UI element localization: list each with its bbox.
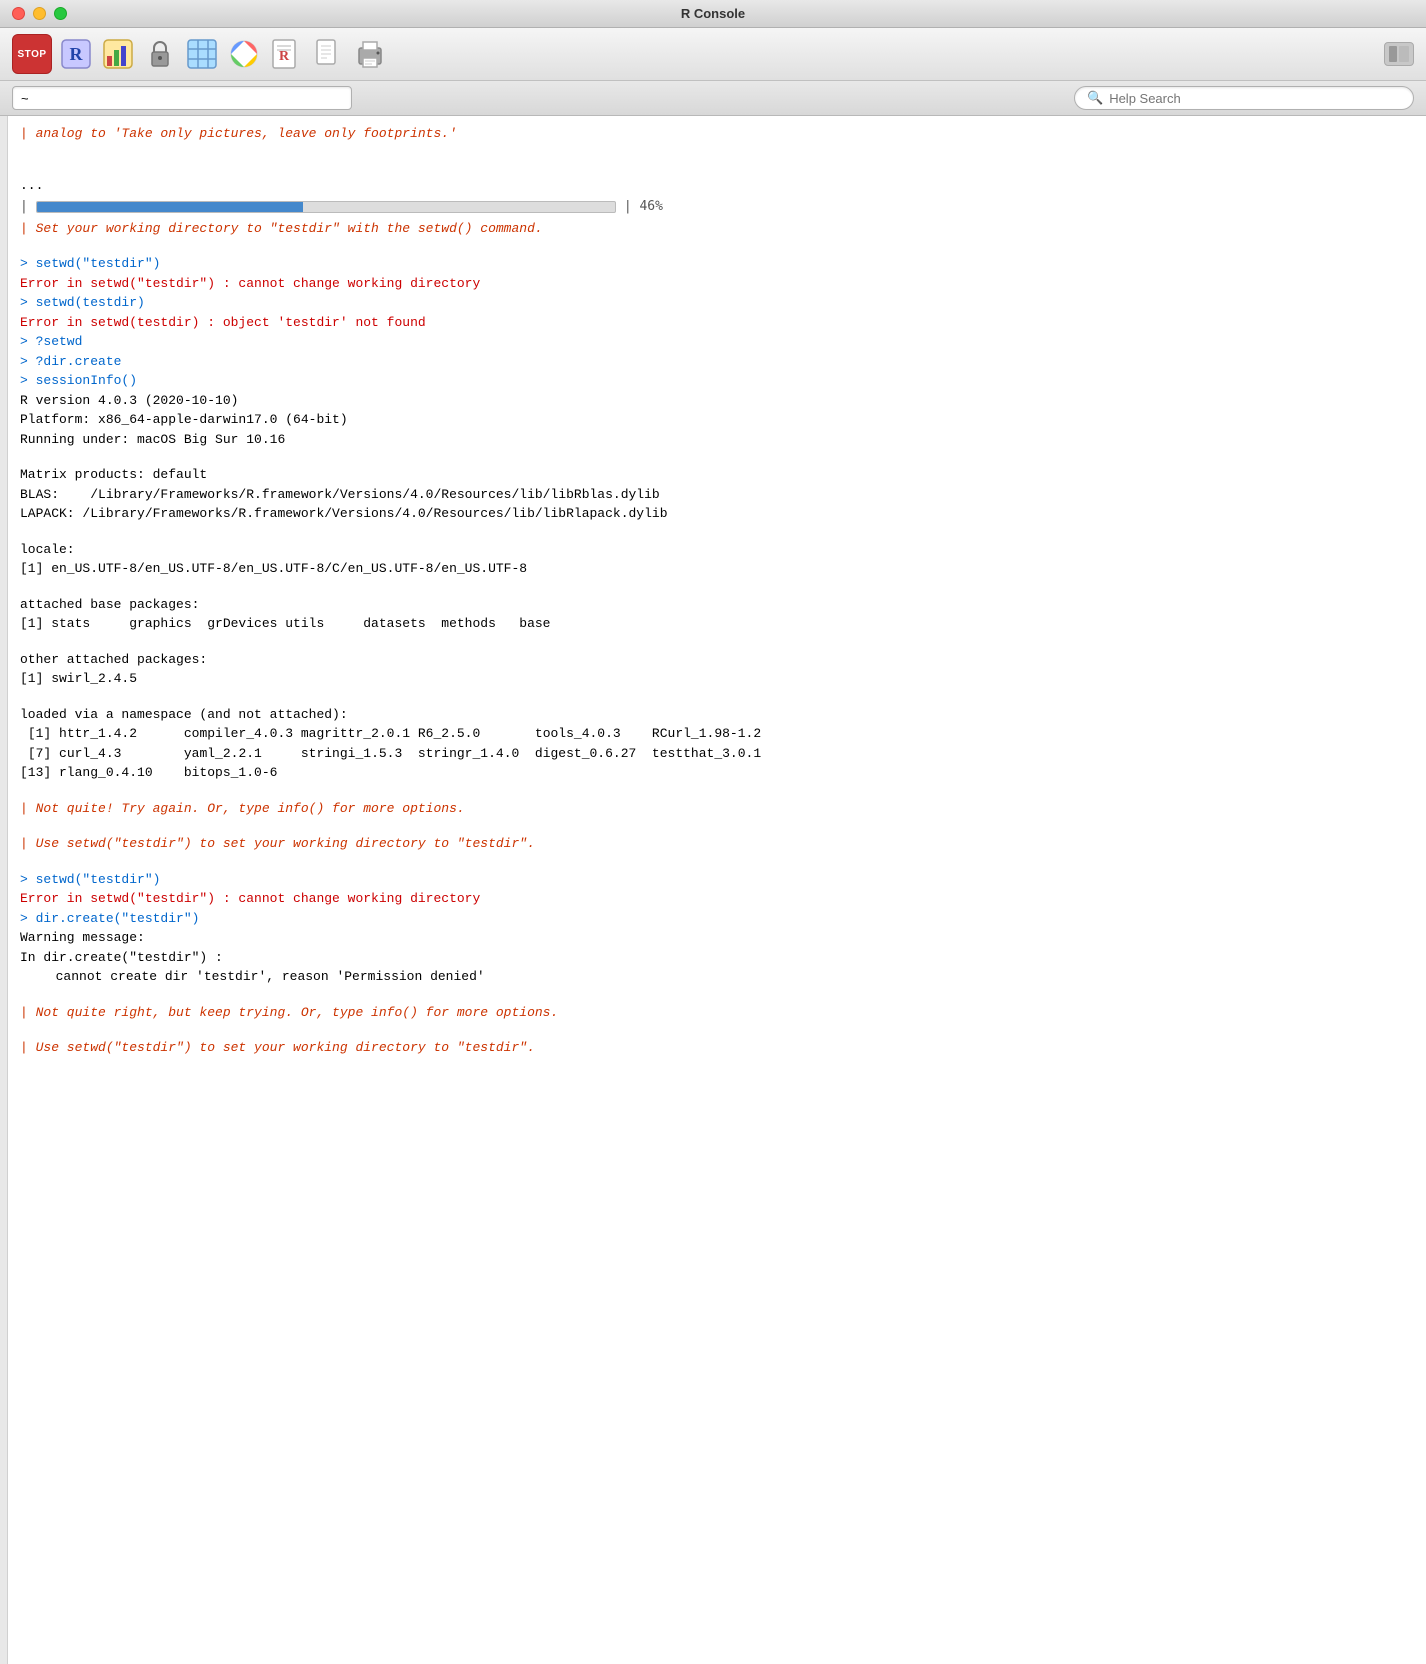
- console-line: > setwd("testdir"): [20, 254, 1410, 274]
- console-line: > dir.create("testdir"): [20, 909, 1410, 929]
- address-row: 🔍: [0, 81, 1426, 116]
- search-icon: 🔍: [1087, 90, 1103, 106]
- console-line: > setwd("testdir"): [20, 870, 1410, 890]
- title-bar: R Console: [0, 0, 1426, 28]
- console-line: | Not quite! Try again. Or, type info() …: [20, 799, 1410, 819]
- sidebar-toggle-button[interactable]: [1384, 42, 1414, 66]
- console-line: Error in setwd(testdir) : object 'testdi…: [20, 313, 1410, 333]
- console-line: | analog to 'Take only pictures, leave o…: [20, 124, 1410, 144]
- console-line: R version 4.0.3 (2020-10-10): [20, 391, 1410, 411]
- console-line: | Set your working directory to "testdir…: [20, 219, 1410, 239]
- close-button[interactable]: [12, 7, 25, 20]
- console-line: [7] curl_4.3 yaml_2.2.1 stringi_1.5.3 st…: [20, 744, 1410, 764]
- window-title: R Console: [681, 6, 745, 21]
- blank-line: [20, 783, 1410, 799]
- console-line: [1] swirl_2.4.5: [20, 669, 1410, 689]
- blank-line: [20, 854, 1410, 870]
- minimize-button[interactable]: [33, 7, 46, 20]
- console-line: [1] stats graphics grDevices utils datas…: [20, 614, 1410, 634]
- console-line: other attached packages:: [20, 650, 1410, 670]
- console-line: Platform: x86_64-apple-darwin17.0 (64-bi…: [20, 410, 1410, 430]
- print-button[interactable]: [352, 36, 388, 72]
- blank-line: [20, 634, 1410, 650]
- address-input[interactable]: [12, 86, 352, 110]
- r-icon-button[interactable]: R: [58, 36, 94, 72]
- resize-handle[interactable]: [0, 116, 8, 1664]
- console-line: Error in setwd("testdir") : cannot chang…: [20, 889, 1410, 909]
- console-content[interactable]: | analog to 'Take only pictures, leave o…: [8, 116, 1426, 1664]
- console-line: ...: [20, 176, 1410, 196]
- rscript-button[interactable]: R: [268, 36, 304, 72]
- stop-button[interactable]: STOP: [12, 34, 52, 74]
- console-line: LAPACK: /Library/Frameworks/R.framework/…: [20, 504, 1410, 524]
- console-line: > sessionInfo(): [20, 371, 1410, 391]
- console-line: Matrix products: default: [20, 465, 1410, 485]
- file-button[interactable]: [310, 36, 346, 72]
- console-line: Error in setwd("testdir") : cannot chang…: [20, 274, 1410, 294]
- console-line: [1] en_US.UTF-8/en_US.UTF-8/en_US.UTF-8/…: [20, 559, 1410, 579]
- console-line: | Not quite right, but keep trying. Or, …: [20, 1003, 1410, 1023]
- console-line: locale:: [20, 540, 1410, 560]
- console-line: loaded via a namespace (and not attached…: [20, 705, 1410, 725]
- console-line: attached base packages:: [20, 595, 1410, 615]
- stop-label: STOP: [17, 49, 46, 60]
- blank-line: [20, 579, 1410, 595]
- blank-line: [20, 238, 1410, 254]
- grid-button[interactable]: [184, 36, 220, 72]
- console-line: | Use setwd("testdir") to set your worki…: [20, 1038, 1410, 1058]
- search-box[interactable]: 🔍: [1074, 86, 1414, 110]
- console-line: In dir.create("testdir") :: [20, 948, 1410, 968]
- console-line: [13] rlang_0.4.10 bitops_1.0-6: [20, 763, 1410, 783]
- console-line: > ?dir.create: [20, 352, 1410, 372]
- blank-line: [20, 818, 1410, 834]
- window-controls[interactable]: [12, 7, 67, 20]
- svg-text:R: R: [70, 44, 84, 64]
- color-wheel-button[interactable]: [226, 36, 262, 72]
- blank-line: [20, 449, 1410, 465]
- console-wrapper: | analog to 'Take only pictures, leave o…: [0, 116, 1426, 1664]
- console-line: Warning message:: [20, 928, 1410, 948]
- blank-line: [20, 524, 1410, 540]
- maximize-button[interactable]: [54, 7, 67, 20]
- chart-button[interactable]: [100, 36, 136, 72]
- progress-bar: || 46%: [20, 195, 1410, 219]
- lock-button[interactable]: [142, 36, 178, 72]
- console-line: cannot create dir 'testdir', reason 'Per…: [20, 967, 1410, 987]
- svg-text:R: R: [279, 49, 290, 64]
- blank-line: [20, 144, 1410, 160]
- toolbar: STOP R: [0, 28, 1426, 81]
- console-line: | Use setwd("testdir") to set your worki…: [20, 834, 1410, 854]
- console-line: [1] httr_1.4.2 compiler_4.0.3 magrittr_2…: [20, 724, 1410, 744]
- blank-line: [20, 1022, 1410, 1038]
- console-line: > setwd(testdir): [20, 293, 1410, 313]
- blank-line: [20, 689, 1410, 705]
- search-input[interactable]: [1109, 91, 1401, 106]
- console-line: > ?setwd: [20, 332, 1410, 352]
- console-line: BLAS: /Library/Frameworks/R.framework/Ve…: [20, 485, 1410, 505]
- blank-line: [20, 160, 1410, 176]
- blank-line: [20, 987, 1410, 1003]
- console-line: Running under: macOS Big Sur 10.16: [20, 430, 1410, 450]
